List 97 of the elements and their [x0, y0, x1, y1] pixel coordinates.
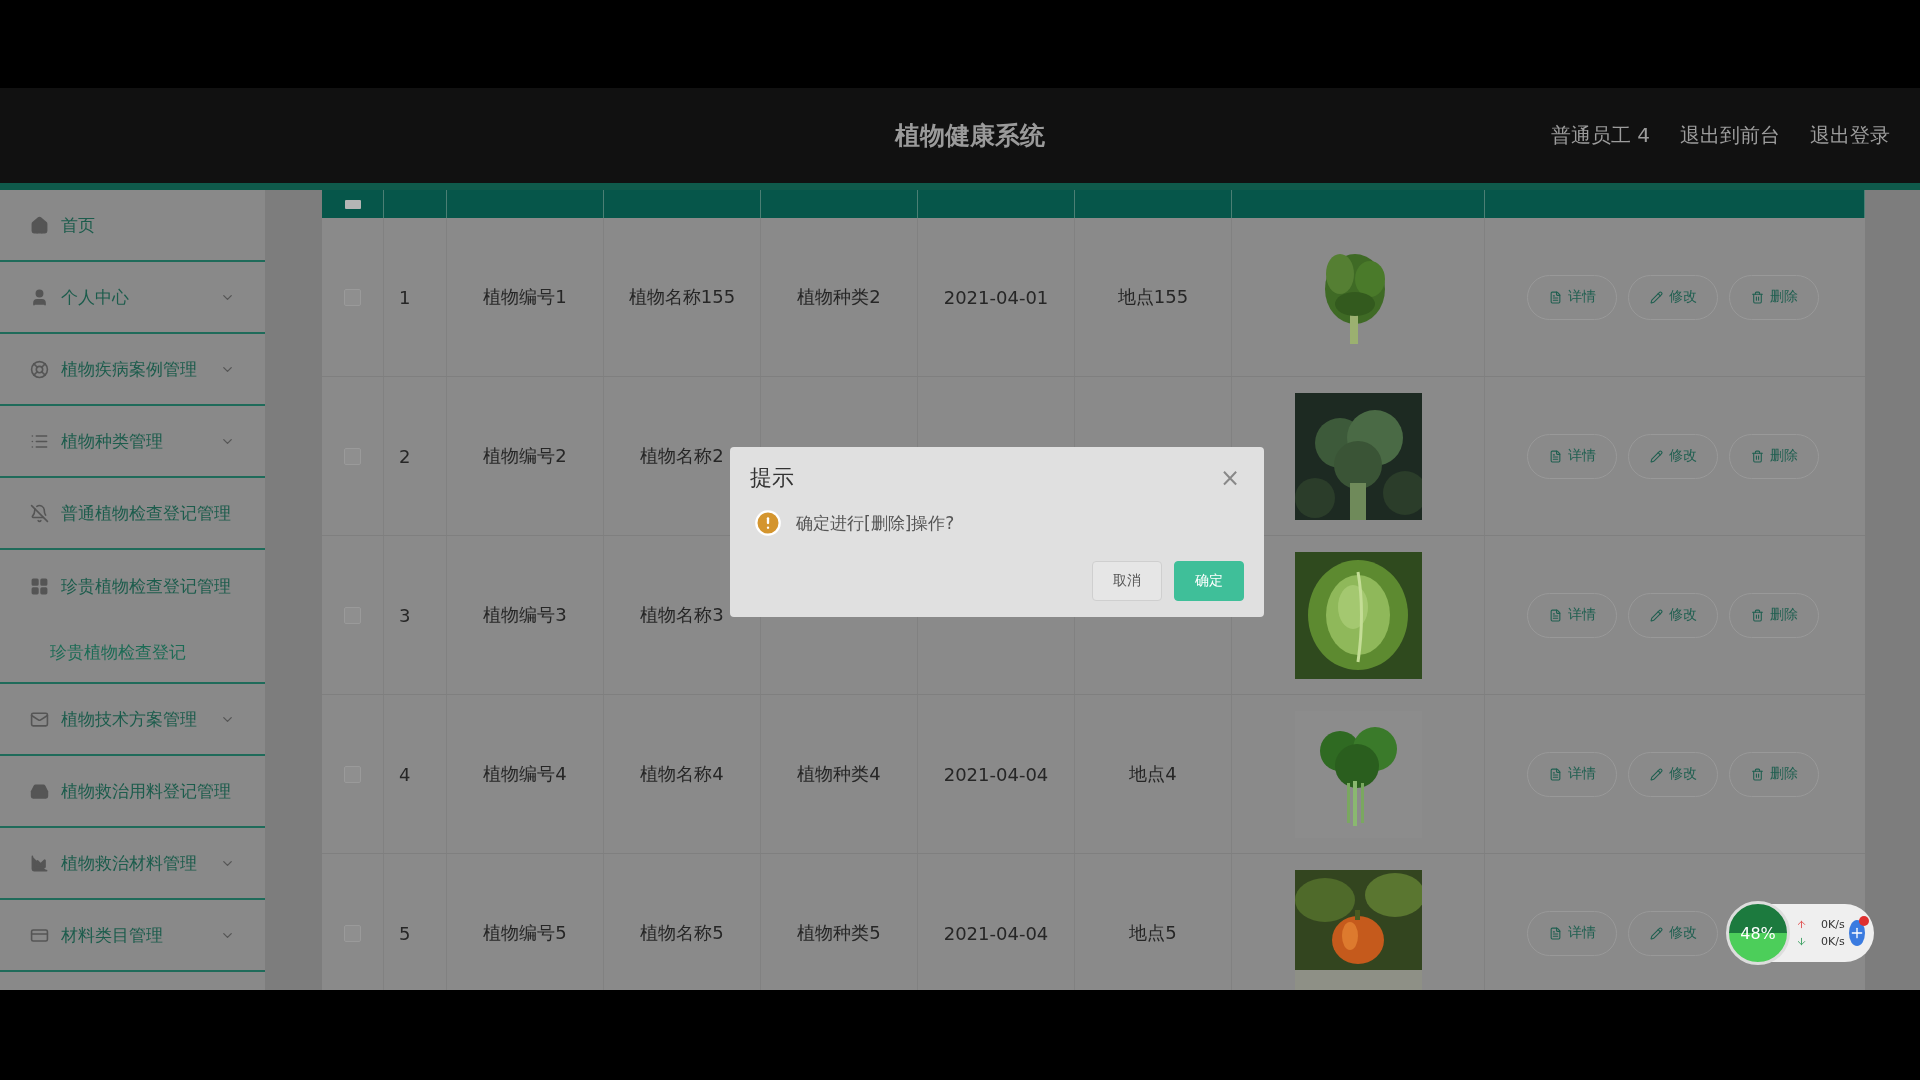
document-icon	[1548, 767, 1562, 781]
pencil-icon	[1649, 608, 1663, 622]
select-all-checkbox[interactable]	[344, 199, 361, 209]
sidebar-label: 个人中心	[61, 285, 130, 309]
table-cell: 植物名称4	[640, 762, 724, 786]
table-cell: 植物编号1	[483, 285, 567, 309]
sidebar-label: 植物救治材料管理	[61, 851, 198, 875]
sidebar-item[interactable]: 植物救治材料管理	[0, 828, 265, 900]
mail-icon	[30, 709, 49, 729]
dialog-message: 确定进行[删除]操作?	[796, 511, 955, 535]
document-icon	[1548, 290, 1562, 304]
download-speed: 0K/s	[1821, 935, 1845, 948]
table-cell: 植物种类5	[797, 921, 881, 945]
sidebar-item[interactable]: 普通植物检查登记管理	[0, 478, 265, 550]
sidebar-item[interactable]: 首页	[0, 190, 265, 262]
table-cell: 植物编号3	[483, 603, 567, 627]
table-cell: 地点4	[1129, 762, 1177, 786]
table-cell: 3	[399, 604, 411, 626]
notification-dot	[1858, 916, 1869, 926]
delete-button[interactable]: 删除	[1729, 592, 1819, 638]
dialog-title: 提示	[750, 464, 794, 492]
edit-button[interactable]: 修改	[1628, 274, 1718, 320]
table-cell: 地点155	[1117, 285, 1189, 309]
table-cell: 5	[399, 922, 411, 944]
sidebar-label: 植物疾病案例管理	[61, 357, 198, 381]
table-cell: 植物名称2	[640, 444, 724, 468]
grid-icon	[30, 576, 49, 596]
edit-button[interactable]: 修改	[1628, 592, 1718, 638]
upload-arrow-icon	[1796, 919, 1807, 930]
delete-button[interactable]: 删除	[1729, 433, 1819, 479]
details-button[interactable]: 详情	[1527, 751, 1617, 797]
trash-icon	[1750, 767, 1764, 781]
edit-button[interactable]: 修改	[1628, 910, 1718, 956]
sidebar-label: 首页	[61, 213, 96, 237]
document-icon	[1548, 608, 1562, 622]
sidebar-item[interactable]: 植物疾病案例管理	[0, 334, 265, 406]
details-button[interactable]: 详情	[1527, 274, 1617, 320]
table-cell: 地点5	[1129, 921, 1177, 945]
user-icon	[30, 287, 49, 307]
table-cell: 植物编号4	[483, 762, 567, 786]
edit-button[interactable]: 修改	[1628, 751, 1718, 797]
warning-icon	[754, 509, 782, 537]
sidebar-label: 普通植物检查登记管理	[61, 501, 232, 525]
submenu-item[interactable]: 珍贵植物检查登记	[0, 622, 265, 684]
sidebar-label: 珍贵植物检查登记管理	[61, 574, 232, 598]
table-cell: 1	[399, 286, 411, 308]
edit-button[interactable]: 修改	[1628, 433, 1718, 479]
sidebar-item[interactable]: 植物种类管理	[0, 406, 265, 478]
table-cell: 植物编号5	[483, 921, 567, 945]
table-cell: 植物种类4	[797, 762, 881, 786]
document-icon	[1548, 926, 1562, 940]
table-cell: 植物名称3	[640, 603, 724, 627]
table-cell: 植物名称5	[640, 921, 724, 945]
table-cell: 4	[399, 763, 411, 785]
trash-icon	[1750, 608, 1764, 622]
details-button[interactable]: 详情	[1527, 433, 1617, 479]
cancel-button[interactable]: 取消	[1092, 561, 1162, 601]
table-cell: 植物种类2	[797, 285, 881, 309]
download-arrow-icon	[1796, 936, 1807, 947]
pencil-icon	[1649, 767, 1663, 781]
sidebar-item[interactable]: 珍贵植物检查登记管理	[0, 550, 265, 622]
tray-icon	[30, 781, 49, 801]
trash-icon	[1750, 449, 1764, 463]
header-link[interactable]: 退出到前台	[1680, 122, 1780, 149]
pencil-icon	[1649, 449, 1663, 463]
trash-icon	[1750, 290, 1764, 304]
pencil-icon	[1649, 290, 1663, 304]
details-button[interactable]: 详情	[1527, 910, 1617, 956]
delete-button[interactable]: 删除	[1729, 274, 1819, 320]
table-cell: 2	[399, 445, 411, 467]
home-icon	[30, 215, 49, 235]
sidebar-item[interactable]: 植物救治用料登记管理	[0, 756, 265, 828]
sidebar-label: 材料类目管理	[61, 923, 164, 947]
sidebar-label: 植物种类管理	[61, 429, 164, 453]
chart-icon	[30, 853, 49, 873]
sidebar-label: 植物技术方案管理	[61, 707, 198, 731]
table-cell: 2021-04-04	[943, 763, 1049, 785]
pencil-icon	[1649, 926, 1663, 940]
sidebar-item[interactable]: 个人中心	[0, 262, 265, 334]
user-name: 普通员工 4	[1550, 122, 1650, 149]
upload-speed: 0K/s	[1821, 918, 1845, 931]
sidebar-label: 植物救治用料登记管理	[61, 779, 232, 803]
sidebar-item[interactable]: 材料类目管理	[0, 900, 265, 972]
delete-button[interactable]: 删除	[1729, 751, 1819, 797]
document-icon	[1548, 449, 1562, 463]
sidebar-item[interactable]: 植物技术方案管理	[0, 684, 265, 756]
header-link[interactable]: 退出登录	[1810, 122, 1890, 149]
table-cell: 2021-04-01	[943, 286, 1049, 308]
confirm-button[interactable]: 确定	[1174, 561, 1244, 601]
app-title: 植物健康系统	[895, 120, 1045, 152]
details-button[interactable]: 详情	[1527, 592, 1617, 638]
lifebuoy-icon	[30, 359, 49, 379]
table-cell: 2021-04-04	[943, 922, 1049, 944]
bell-off-icon	[30, 503, 49, 523]
table-cell: 植物名称155	[628, 285, 736, 309]
table-cell: 植物编号2	[483, 444, 567, 468]
close-button[interactable]: ×	[1215, 466, 1244, 490]
